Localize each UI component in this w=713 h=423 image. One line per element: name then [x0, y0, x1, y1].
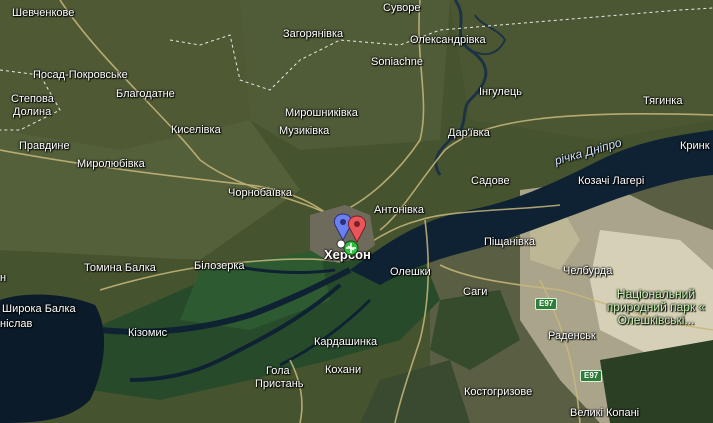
place-label: Білозерка: [194, 260, 245, 272]
place-label: Саги: [463, 286, 488, 298]
place-label: Гола: [266, 365, 290, 377]
place-label: Пристань: [255, 378, 304, 390]
place-label: Дар'ївка: [448, 127, 490, 139]
red-pin-icon: [347, 215, 367, 244]
map-view[interactable]: Шевченкове Суворе Загорянівка Олександрі…: [0, 0, 713, 423]
place-label: Раденськ: [548, 330, 596, 342]
place-label: Інгулець: [479, 86, 522, 98]
place-label: Піщанівка: [484, 236, 536, 248]
airplane-icon: [343, 240, 359, 256]
place-label: Кринк: [680, 140, 710, 152]
place-label: Шевченкове: [12, 7, 75, 19]
place-label: Благодатне: [116, 88, 175, 100]
place-label: Посад-Покровське: [33, 69, 128, 81]
place-label: Кохани: [325, 364, 362, 376]
place-label: Кардашинка: [314, 336, 378, 348]
place-label: Мирошниківка: [285, 107, 358, 119]
road-shield: E97: [580, 370, 603, 382]
place-label: Широка Балка: [2, 303, 76, 315]
place-label: Антонівка: [374, 204, 424, 216]
place-label: Кізомис: [128, 327, 168, 339]
place-label: Степова: [11, 93, 54, 105]
map-pins[interactable]: [331, 210, 371, 260]
place-label: Челбурда: [563, 265, 613, 277]
place-label: Олешки: [390, 266, 431, 278]
place-label: Томина Балка: [84, 262, 156, 274]
place-label: Великі Копані: [570, 407, 640, 419]
place-label: н: [0, 272, 7, 284]
place-label: Чорнобаївка: [228, 187, 292, 199]
place-label: Киселівка: [171, 124, 221, 136]
place-label: Суворе: [383, 2, 421, 14]
place-label: Садове: [471, 175, 510, 187]
place-label: Загорянівка: [283, 28, 344, 40]
road-shield: E97: [535, 298, 558, 310]
place-label: Soniachne: [371, 56, 423, 68]
marker-icon: [336, 239, 346, 249]
place-label: Козачі Лагері: [578, 175, 645, 187]
place-label: Костогризове: [464, 386, 533, 398]
park-label: Національний природний парк « Олешківськ…: [606, 287, 706, 327]
place-label: Миролюбівка: [77, 158, 145, 170]
place-label: Правдине: [19, 140, 70, 152]
place-label: Музиківка: [279, 125, 330, 137]
place-label: Тягинка: [643, 95, 683, 107]
place-label: ніслав: [0, 318, 33, 330]
place-label: Олександрівка: [410, 34, 486, 46]
place-label: Долина: [13, 106, 52, 118]
